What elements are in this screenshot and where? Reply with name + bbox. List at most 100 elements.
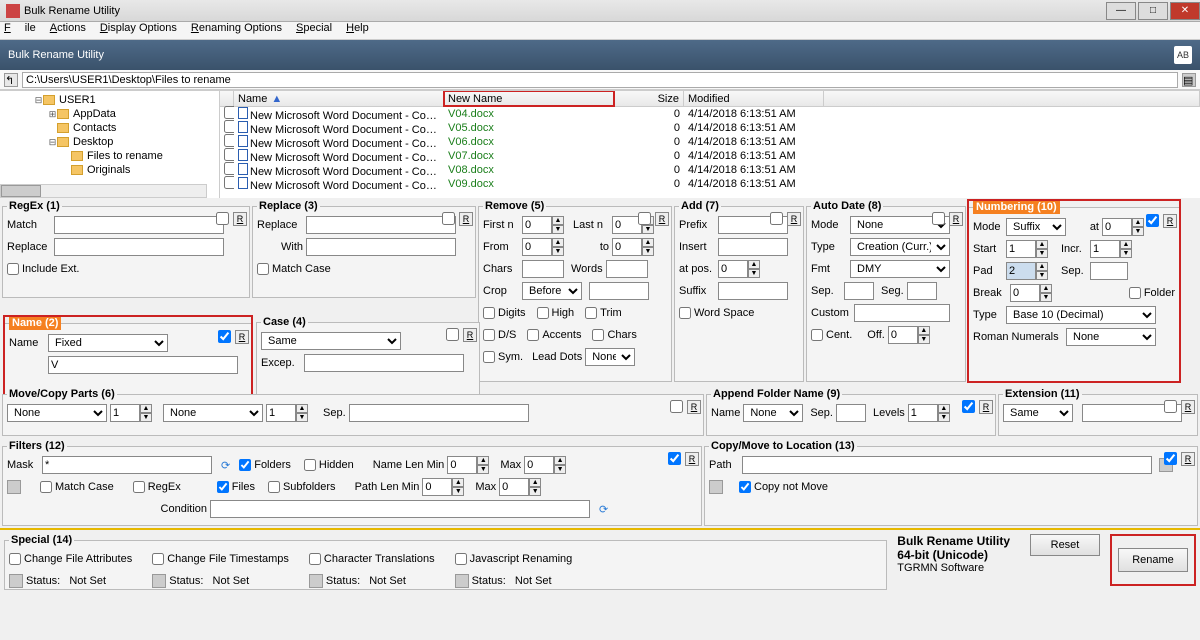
numbering-mode[interactable]: Suffix [1006,218,1066,236]
row-check[interactable] [224,148,234,161]
remove-trim[interactable] [585,307,597,319]
numbering-at[interactable] [1102,218,1132,236]
appendfolder-enable[interactable] [962,400,975,413]
autodate-sep[interactable] [844,282,874,300]
replace-replace-input[interactable] [306,216,456,234]
regex-enable-check[interactable] [216,212,229,225]
filter-icon[interactable] [7,480,21,494]
tree-desktop[interactable]: Desktop [73,136,113,148]
copymove-path[interactable] [742,456,1152,474]
filters-condition[interactable] [210,500,590,518]
maximize-button[interactable]: □ [1138,2,1168,20]
movecopy-n2[interactable] [266,404,296,422]
remove-chars2[interactable] [592,329,604,341]
copymove-enable[interactable] [1164,452,1177,465]
tree-icon[interactable]: ▤ [1182,73,1196,87]
remove-digits[interactable] [483,307,495,319]
add-suffix[interactable] [718,282,788,300]
filters-reset[interactable]: R [685,452,699,466]
special-cfa[interactable] [9,553,21,565]
col-newname[interactable]: New Name [444,91,614,106]
row-check[interactable] [224,162,234,175]
menu-renaming[interactable]: Renaming Options [191,22,282,39]
numbering-sep[interactable] [1090,262,1128,280]
add-reset-btn[interactable]: R [787,212,801,226]
movecopy-sel2[interactable]: None [163,404,263,422]
add-atpos[interactable] [718,260,748,278]
add-wordspace[interactable] [679,307,691,319]
appendfolder-reset[interactable]: R [979,400,993,414]
add-enable-check[interactable] [770,212,783,225]
remove-crop-select[interactable]: Before [522,282,582,300]
regex-replace-input[interactable] [54,238,224,256]
folder-tree[interactable]: ⊟USER1 ⊞AppData Contacts ⊟Desktop Files … [0,91,220,198]
minimize-button[interactable]: — [1106,2,1136,20]
numbering-enable-check[interactable] [1146,214,1159,227]
table-row[interactable]: New Microsoft Word Document - Copy (7).d… [220,163,1200,177]
autodate-off[interactable] [888,326,918,344]
remove-reset-btn[interactable]: R [655,212,669,226]
movecopy-enable[interactable] [670,400,683,413]
remove-ds[interactable] [483,329,495,341]
table-row[interactable]: New Microsoft Word Document - Copy (8).d… [220,177,1200,191]
refresh-icon[interactable]: ⟳ [221,459,230,472]
replace-enable-check[interactable] [442,212,455,225]
case-excep-input[interactable] [304,354,464,372]
remove-to[interactable] [612,238,642,256]
remove-enable-check[interactable] [638,212,651,225]
numbering-roman[interactable]: None [1066,328,1156,346]
filters-namemin[interactable] [447,456,477,474]
name-reset-btn[interactable]: R [235,330,249,344]
menu-actions[interactable]: Actions [50,22,86,39]
col-modified[interactable]: Modified [684,91,824,106]
replace-with-input[interactable] [306,238,456,256]
replace-reset-btn[interactable]: R [459,212,473,226]
filters-enable[interactable] [668,452,681,465]
tree-originals[interactable]: Originals [87,164,130,176]
special-cft[interactable] [152,553,164,565]
up-folder-icon[interactable]: ↰ [4,73,18,87]
remove-high[interactable] [537,307,549,319]
name-enable-check[interactable] [218,330,231,343]
file-list-header[interactable]: Name ▲ New Name Size Modified [220,91,1200,107]
numbering-start[interactable] [1006,240,1036,258]
case-reset-btn[interactable]: R [463,328,477,342]
tree-filesrename[interactable]: Files to rename [87,150,163,162]
regex-match-input[interactable] [54,216,224,234]
table-row[interactable]: New Microsoft Word Document - Copy (5).d… [220,135,1200,149]
table-row[interactable]: New Microsoft Word Document - Copy (6).d… [220,149,1200,163]
row-check[interactable] [224,120,234,133]
menu-display[interactable]: Display Options [100,22,177,39]
menu-help[interactable]: Help [346,22,369,39]
row-check[interactable] [224,106,234,119]
col-size[interactable]: Size [614,91,684,106]
remove-crop-input[interactable] [589,282,649,300]
reset-button[interactable]: Reset [1030,534,1100,556]
attr-icon[interactable] [9,574,23,588]
special-jr[interactable] [455,553,467,565]
tree-hscroll[interactable] [0,184,207,198]
case-enable-check[interactable] [446,328,459,341]
close-button[interactable]: ✕ [1170,2,1200,20]
menu-special[interactable]: Special [296,22,332,39]
numbering-type[interactable]: Base 10 (Decimal) [1006,306,1156,324]
copy-icon[interactable] [709,480,723,494]
autodate-custom[interactable] [854,304,950,322]
autodate-cent[interactable] [811,329,823,341]
trans-icon[interactable] [309,574,323,588]
case-mode-select[interactable]: Same [261,332,401,350]
tree-contacts[interactable]: Contacts [73,122,116,134]
filters-pathmin[interactable] [422,478,452,496]
extension-reset[interactable]: R [1181,400,1195,414]
movecopy-reset[interactable]: R [687,400,701,414]
filters-namemax[interactable] [524,456,554,474]
rename-button[interactable]: Rename [1118,548,1188,572]
remove-leaddots-select[interactable]: None [585,348,635,366]
appendfolder-name[interactable]: None [743,404,803,422]
movecopy-sep[interactable] [349,404,529,422]
remove-sym[interactable] [483,351,495,363]
copymove-copynotmove[interactable] [739,481,751,493]
filters-mask[interactable] [42,456,212,474]
copymove-reset[interactable]: R [1181,452,1195,466]
remove-words[interactable] [606,260,648,278]
